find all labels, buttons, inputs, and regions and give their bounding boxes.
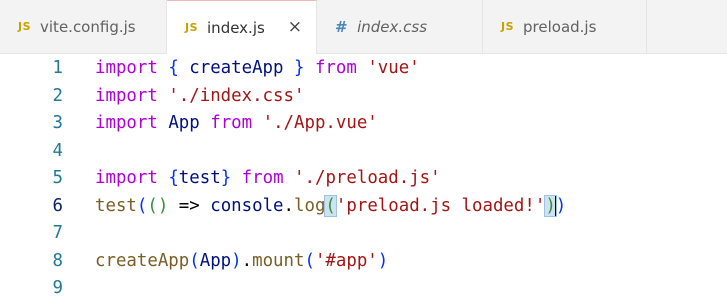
code-line[interactable]: 3 import App from './App.vue' — [0, 109, 727, 137]
code-token: . — [241, 250, 253, 271]
code-line[interactable]: 8 createApp(App).mount('#app') — [0, 247, 727, 275]
code-line[interactable]: 1 import { createApp } from 'vue' — [0, 54, 727, 82]
line-number: 4 — [52, 140, 63, 161]
code-token: './App.vue' — [262, 113, 378, 133]
js-file-icon: JS — [185, 21, 199, 34]
tab-index-js[interactable]: JS index.js × — [167, 0, 317, 54]
code-token: } — [293, 58, 305, 78]
code-token: ) — [377, 250, 389, 271]
code-line[interactable]: 4 — [0, 137, 727, 165]
code-token: import — [95, 85, 158, 106]
code-token: mount — [252, 250, 305, 271]
code-token: from — [314, 58, 357, 78]
code-token: from — [241, 168, 284, 188]
close-icon[interactable]: × — [288, 17, 302, 37]
line-number: 8 — [52, 250, 63, 271]
code-line[interactable]: 9 — [0, 274, 727, 302]
code-token: test — [95, 195, 137, 216]
editor-tab-bar: JS vite.config.js JS index.js × # index.css JS p… — [0, 0, 727, 54]
code-text: test(() => console.log('preload.js loade… — [95, 192, 566, 220]
code-token: { — [168, 58, 179, 78]
code-token: () — [147, 195, 169, 216]
code-token: { — [168, 168, 179, 188]
code-token: => — [168, 195, 211, 216]
line-number: 6 — [52, 195, 63, 216]
code-token: import — [95, 58, 158, 78]
code-token: console — [210, 195, 284, 216]
code-token: createApp — [178, 58, 294, 78]
code-token: App — [168, 113, 200, 133]
line-number: 9 — [52, 278, 63, 298]
code-token: ) — [555, 195, 567, 216]
code-editor[interactable]: 1 import { createApp } from 'vue' 2 import … — [0, 54, 727, 299]
code-token: . — [283, 195, 294, 216]
code-token: ) — [231, 250, 242, 271]
code-line[interactable]: 6 test(() => console.log('preload.js load… — [0, 191, 727, 220]
code-token: test — [178, 168, 221, 188]
code-line[interactable]: 2 import './index.css' — [0, 82, 727, 110]
code-line[interactable]: 7 — [0, 219, 727, 247]
code-text: import './index.css' — [95, 82, 304, 110]
css-file-icon: # — [335, 17, 349, 36]
matched-bracket: ( — [324, 194, 337, 217]
code-text: createApp(App).mount('#app') — [95, 247, 388, 275]
line-number: 7 — [52, 223, 63, 243]
code-token: ( — [189, 250, 200, 271]
tab-vite-config-js[interactable]: JS vite.config.js — [0, 0, 167, 53]
code-text: import {test} from './preload.js' — [95, 164, 441, 192]
tab-label: index.js — [207, 18, 265, 37]
code-token: from — [210, 113, 253, 133]
code-line[interactable]: 5 import {test} from './preload.js' — [0, 164, 727, 192]
line-number: 3 — [52, 113, 63, 133]
code-token: ( — [136, 195, 148, 216]
code-token: ( — [304, 250, 315, 271]
js-file-icon: JS — [18, 20, 32, 33]
line-number: 5 — [52, 168, 63, 188]
code-token: } — [220, 168, 232, 188]
code-text: import App from './App.vue' — [95, 109, 378, 137]
line-number: 2 — [52, 85, 63, 106]
code-token: import — [95, 113, 158, 133]
line-number: 1 — [52, 58, 63, 78]
code-token: App — [199, 250, 232, 271]
code-text: import { createApp } from 'vue' — [95, 54, 420, 82]
tab-label: index.css — [357, 17, 428, 36]
code-token: '#app' — [314, 250, 378, 271]
tab-preload-js[interactable]: JS preload.js — [483, 0, 647, 53]
js-file-icon: JS — [501, 20, 515, 33]
code-token: import — [95, 168, 158, 188]
tab-label: vite.config.js — [40, 17, 136, 36]
tab-label: preload.js — [523, 17, 597, 36]
code-token: 'preload.js loaded!' — [335, 195, 546, 216]
code-token: './preload.js' — [294, 168, 441, 188]
code-token: createApp — [95, 250, 190, 271]
code-token: 'vue' — [367, 58, 420, 78]
code-token: './index.css' — [168, 85, 305, 106]
code-token: log — [294, 195, 326, 216]
tab-index-css[interactable]: # index.css — [317, 0, 483, 53]
